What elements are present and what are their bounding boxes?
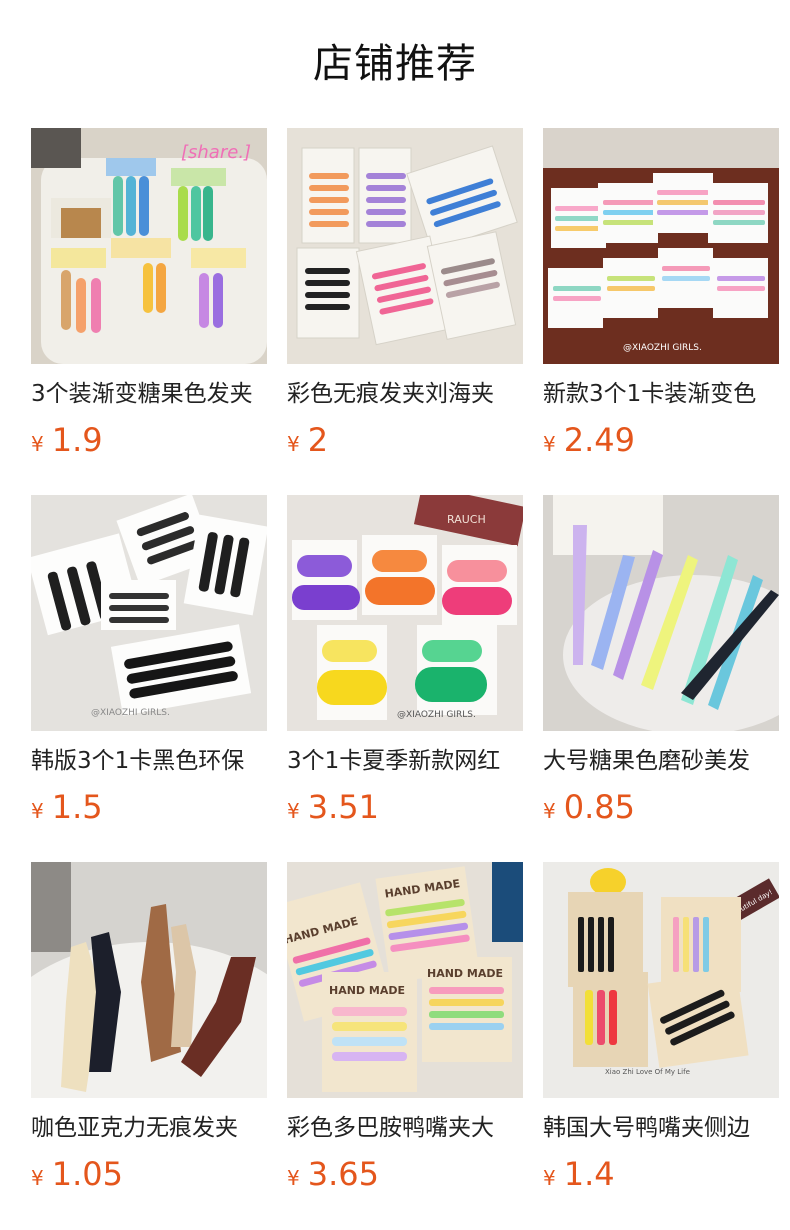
currency-symbol: ¥ bbox=[287, 799, 300, 823]
product-name[interactable]: 新款3个1卡装渐变色 bbox=[543, 378, 779, 410]
page-title: 店铺推荐 bbox=[313, 41, 477, 87]
header: 店铺推荐 bbox=[0, 0, 790, 128]
share-tag: [share.] bbox=[181, 142, 251, 163]
product-name[interactable]: 咖色亚克力无痕发夹 bbox=[31, 1112, 267, 1144]
product-card[interactable]: 咖色亚克力无痕发夹 ¥ 1.05 bbox=[31, 862, 267, 1194]
price-value: 2 bbox=[307, 421, 329, 459]
product-price: ¥ 2 bbox=[287, 418, 523, 460]
product-price: ¥ 2.49 bbox=[543, 418, 779, 460]
price-value: 1.05 bbox=[51, 1155, 123, 1193]
product-card[interactable]: 大号糖果色磨砂美发 ¥ 0.85 bbox=[543, 495, 779, 827]
currency-symbol: ¥ bbox=[31, 432, 44, 456]
product-price: ¥ 1.4 bbox=[543, 1152, 779, 1194]
product-name[interactable]: 韩国大号鸭嘴夹侧边 bbox=[543, 1112, 779, 1144]
hair-clip-card-photo bbox=[287, 128, 523, 364]
brand-watermark: @XIAOZHI GIRLS. bbox=[397, 710, 476, 720]
price-value: 1.9 bbox=[51, 421, 103, 459]
shop-recommend-section: 店铺推荐 [share.] 3个装渐变糖果色发夹 ¥ 1.9 彩色无痕发夹刘海夹… bbox=[0, 0, 790, 1193]
price-value: 1.5 bbox=[51, 788, 103, 826]
product-image[interactable] bbox=[31, 862, 267, 1098]
product-name[interactable]: 彩色无痕发夹刘海夹 bbox=[287, 378, 523, 410]
price-value: 1.4 bbox=[563, 1155, 615, 1193]
product-price: ¥ 1.05 bbox=[31, 1152, 267, 1194]
product-image[interactable]: @XIAOZHI GIRLS. bbox=[543, 128, 779, 364]
oval-clip-photo: RAUCH @XIAOZHI GIRLS. bbox=[287, 495, 523, 731]
rauch-label: RAUCH bbox=[447, 513, 486, 526]
brand-watermark: @XIAOZHI GIRLS. bbox=[623, 343, 702, 353]
product-price: ¥ 1.5 bbox=[31, 785, 267, 827]
product-name[interactable]: 3个1卡夏季新款网红 bbox=[287, 745, 523, 777]
product-image[interactable]: RAUCH @XIAOZHI GIRLS. bbox=[287, 495, 523, 731]
product-name[interactable]: 大号糖果色磨砂美发 bbox=[543, 745, 779, 777]
product-name[interactable]: 3个装渐变糖果色发夹 bbox=[31, 378, 267, 410]
black-clip-photo: @XIAOZHI GIRLS. bbox=[31, 495, 267, 731]
product-name[interactable]: 彩色多巴胺鸭嘴夹大 bbox=[287, 1112, 523, 1144]
product-card[interactable]: @XIAOZHI GIRLS. 韩版3个1卡黑色环保 ¥ 1.5 bbox=[31, 495, 267, 827]
product-card[interactable]: @XIAOZHI GIRLS. 新款3个1卡装渐变色 ¥ 2.49 bbox=[543, 128, 779, 460]
product-image[interactable]: beautiful day! Xiao Zhi Love Of My Life bbox=[543, 862, 779, 1098]
product-image[interactable] bbox=[287, 128, 523, 364]
hair-clip-bag-photo: [share.] bbox=[31, 128, 267, 364]
currency-symbol: ¥ bbox=[543, 432, 556, 456]
price-value: 3.65 bbox=[307, 1155, 379, 1193]
currency-symbol: ¥ bbox=[31, 799, 44, 823]
currency-symbol: ¥ bbox=[287, 432, 300, 456]
product-image[interactable]: @XIAOZHI GIRLS. bbox=[31, 495, 267, 731]
brand-watermark: @XIAOZHI GIRLS. bbox=[91, 708, 170, 718]
product-card[interactable]: RAUCH @XIAOZHI GIRLS. 3个1卡夏季新款网红 ¥ 3.51 bbox=[287, 495, 523, 827]
duckbill-clip-photo: HAND MADE HAND MADE HAND MADE HAND MADE bbox=[287, 862, 523, 1098]
product-image[interactable] bbox=[543, 495, 779, 731]
hand-made-label: HAND MADE bbox=[427, 967, 503, 980]
product-price: ¥ 3.65 bbox=[287, 1152, 523, 1194]
currency-symbol: ¥ bbox=[543, 799, 556, 823]
product-card[interactable]: 彩色无痕发夹刘海夹 ¥ 2 bbox=[287, 128, 523, 460]
price-value: 3.51 bbox=[307, 788, 379, 826]
xiao-zhi-caption: Xiao Zhi Love Of My Life bbox=[605, 1068, 690, 1076]
hand-made-label: HAND MADE bbox=[329, 984, 405, 997]
product-card[interactable]: HAND MADE HAND MADE HAND MADE HAND MADE … bbox=[287, 862, 523, 1194]
product-price: ¥ 0.85 bbox=[543, 785, 779, 827]
gradient-clip-photo: @XIAOZHI GIRLS. bbox=[543, 128, 779, 364]
currency-symbol: ¥ bbox=[287, 1166, 300, 1190]
product-price: ¥ 1.9 bbox=[31, 418, 267, 460]
product-price: ¥ 3.51 bbox=[287, 785, 523, 827]
korean-clip-photo: beautiful day! Xiao Zhi Love Of My Life bbox=[543, 862, 779, 1098]
currency-symbol: ¥ bbox=[543, 1166, 556, 1190]
price-value: 0.85 bbox=[563, 788, 635, 826]
matte-clip-photo bbox=[543, 495, 779, 731]
currency-symbol: ¥ bbox=[31, 1166, 44, 1190]
price-value: 2.49 bbox=[563, 421, 635, 459]
brown-clip-photo bbox=[31, 862, 267, 1098]
product-image[interactable]: HAND MADE HAND MADE HAND MADE HAND MADE bbox=[287, 862, 523, 1098]
product-card[interactable]: [share.] 3个装渐变糖果色发夹 ¥ 1.9 bbox=[31, 128, 267, 460]
product-name[interactable]: 韩版3个1卡黑色环保 bbox=[31, 745, 267, 777]
product-image[interactable]: [share.] bbox=[31, 128, 267, 364]
product-card[interactable]: beautiful day! Xiao Zhi Love Of My Life … bbox=[543, 862, 779, 1194]
